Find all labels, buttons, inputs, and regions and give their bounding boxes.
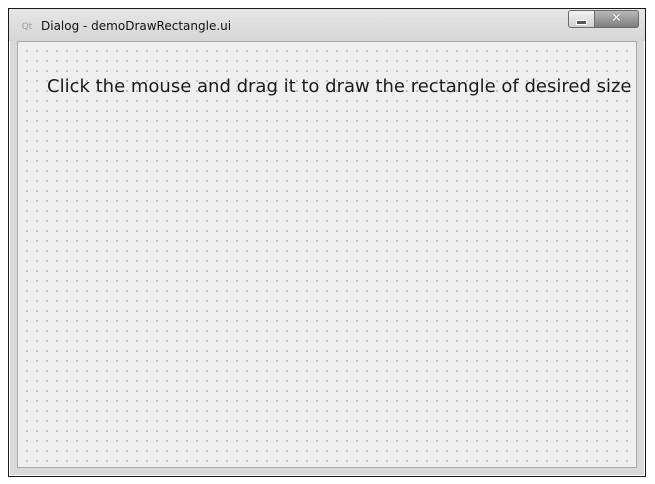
drawing-canvas[interactable]: Click the mouse and drag it to draw the … <box>17 41 637 468</box>
minimize-icon <box>576 19 587 25</box>
dialog-window: Qt Dialog - demoDrawRectangle.ui ✕ Click… <box>8 8 646 477</box>
close-button[interactable]: ✕ <box>595 10 639 28</box>
qt-icon: Qt <box>21 22 33 32</box>
close-icon: ✕ <box>611 11 622 26</box>
minimize-button[interactable] <box>568 10 595 28</box>
window-controls: ✕ <box>568 10 639 30</box>
instruction-label: Click the mouse and drag it to draw the … <box>47 76 632 97</box>
title-bar[interactable]: Qt Dialog - demoDrawRectangle.ui ✕ <box>9 9 645 41</box>
window-title: Dialog - demoDrawRectangle.ui <box>41 19 232 33</box>
